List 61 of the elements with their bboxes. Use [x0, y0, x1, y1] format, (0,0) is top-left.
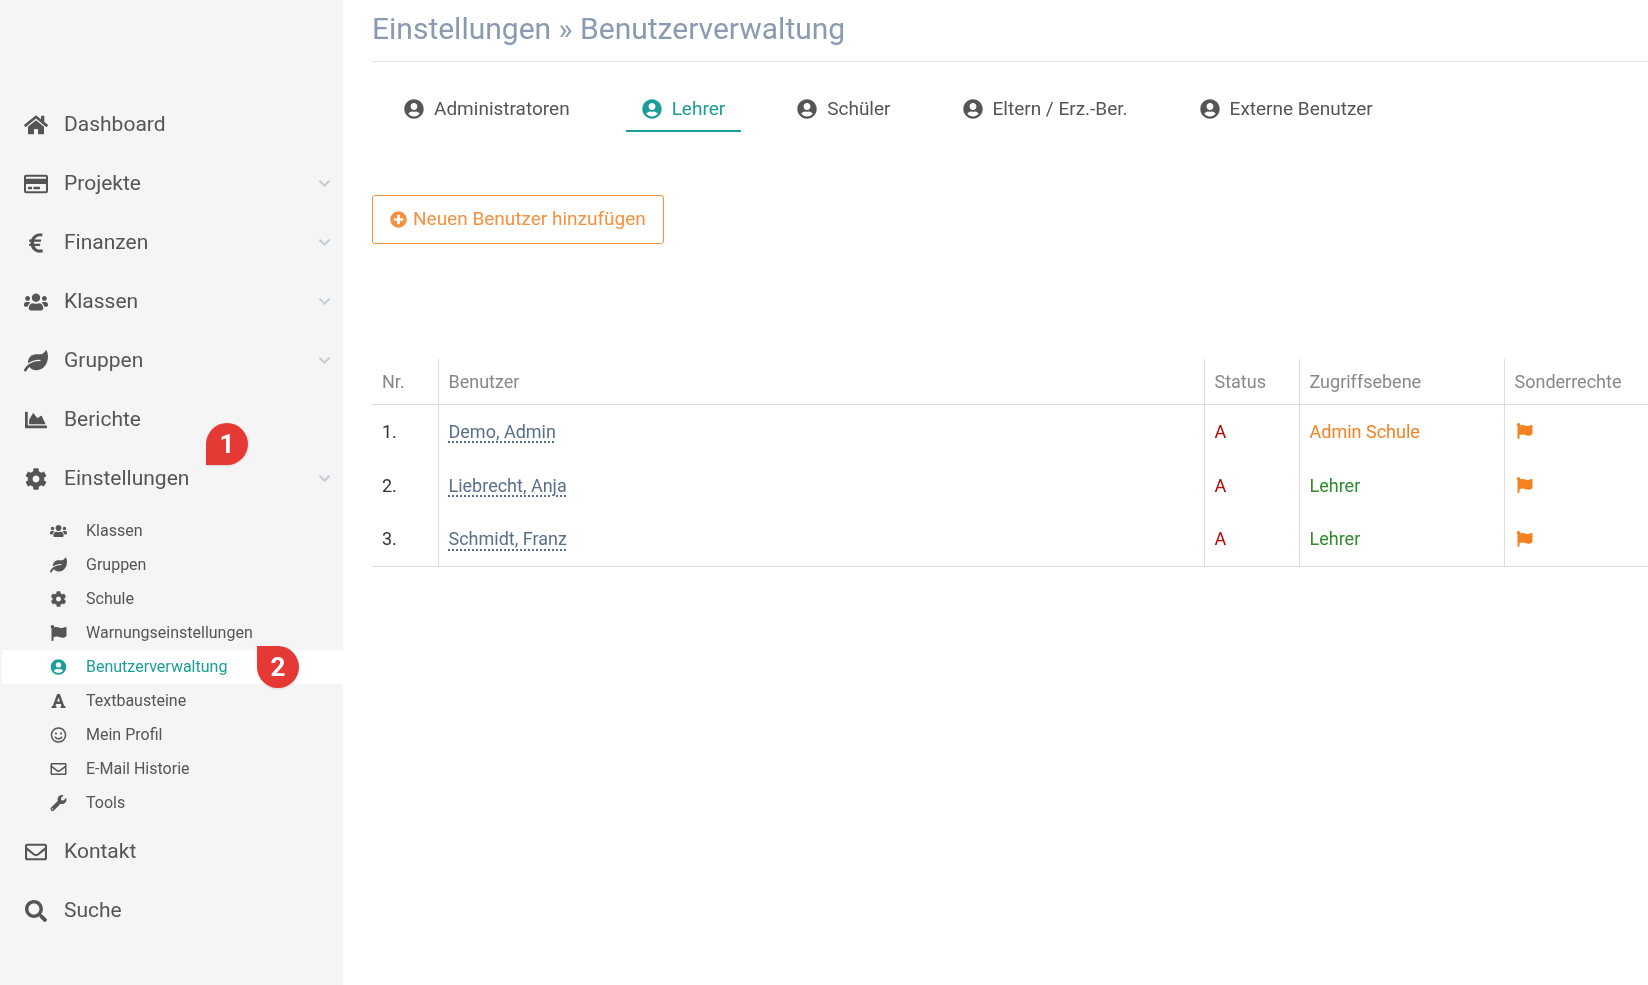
- column-header: Benutzer: [438, 359, 1204, 404]
- tab[interactable]: Eltern / Erz.-Ber.: [946, 88, 1144, 132]
- flag-icon: [1514, 477, 1534, 493]
- status-cell: A: [1204, 512, 1299, 566]
- user-icon: [404, 99, 424, 119]
- nav-item[interactable]: Kontakt: [0, 822, 147, 881]
- row-number: 1.: [372, 404, 438, 458]
- envelope-icon: [50, 761, 67, 777]
- flag-icon: [50, 625, 67, 641]
- tab[interactable]: Externe Benutzer: [1183, 88, 1389, 132]
- column-header: Zugriffsebene: [1299, 359, 1504, 404]
- page-title: Einstellungen » Benutzerverwaltung: [372, 10, 846, 48]
- status-cell: A: [1204, 404, 1299, 458]
- settings-icon: [24, 467, 48, 490]
- nav-item[interactable]: Berichte: [0, 390, 151, 449]
- row-number: 2.: [372, 458, 438, 512]
- column-header: Sonderrechte: [1504, 359, 1648, 404]
- access-level-cell: Admin Schule: [1299, 404, 1504, 458]
- user-link[interactable]: Schmidt, Franz: [448, 528, 567, 550]
- smiley-icon: [50, 727, 67, 743]
- status-cell: A: [1204, 458, 1299, 512]
- leaf-icon: [50, 557, 67, 573]
- callout-badge: 1: [206, 423, 248, 465]
- home-icon: [24, 113, 48, 136]
- access-level-cell: Lehrer: [1299, 512, 1504, 566]
- user-icon: [50, 659, 67, 675]
- submenu-item[interactable]: Gruppen: [2, 548, 343, 582]
- nav-item[interactable]: Suche: [0, 881, 132, 940]
- plus-icon: [390, 211, 407, 228]
- users-icon: [50, 523, 67, 539]
- nav-item[interactable]: Projekte: [0, 154, 343, 213]
- tab[interactable]: Schüler: [781, 88, 907, 132]
- leaf-icon: [24, 349, 48, 372]
- callout-badge: 2: [257, 646, 299, 688]
- letter-icon: [50, 693, 67, 709]
- user-icon: [641, 99, 662, 119]
- row-number: 3.: [372, 512, 438, 566]
- user-icon: [797, 99, 818, 119]
- user-icon: [1199, 99, 1220, 119]
- wrench-icon: [50, 795, 67, 811]
- submenu-item[interactable]: Schule: [2, 582, 343, 616]
- column-header: Status: [1204, 359, 1299, 404]
- nav-item[interactable]: Finanzen: [0, 213, 343, 272]
- column-header: Nr.: [372, 359, 438, 404]
- credit-card-icon: [24, 172, 48, 195]
- nav-item[interactable]: Dashboard: [0, 95, 176, 154]
- nav-item[interactable]: Klassen: [0, 272, 343, 331]
- user-icon: [962, 99, 983, 119]
- submenu-item[interactable]: Tools: [2, 786, 343, 820]
- submenu-item[interactable]: Klassen: [2, 514, 343, 548]
- settings-icon: [50, 591, 67, 607]
- tab[interactable]: Administratoren: [388, 88, 586, 132]
- user-link[interactable]: Liebrecht, Anja: [448, 474, 567, 496]
- access-level-cell: Lehrer: [1299, 458, 1504, 512]
- submenu-item[interactable]: E-Mail Historie: [2, 752, 343, 786]
- search-icon: [24, 899, 48, 922]
- flag-icon: [1514, 530, 1534, 547]
- nav-item[interactable]: Gruppen: [0, 331, 343, 390]
- user-link[interactable]: Demo, Admin: [448, 420, 556, 442]
- flag-icon: [1514, 423, 1534, 440]
- submenu-item[interactable]: Mein Profil: [2, 718, 343, 752]
